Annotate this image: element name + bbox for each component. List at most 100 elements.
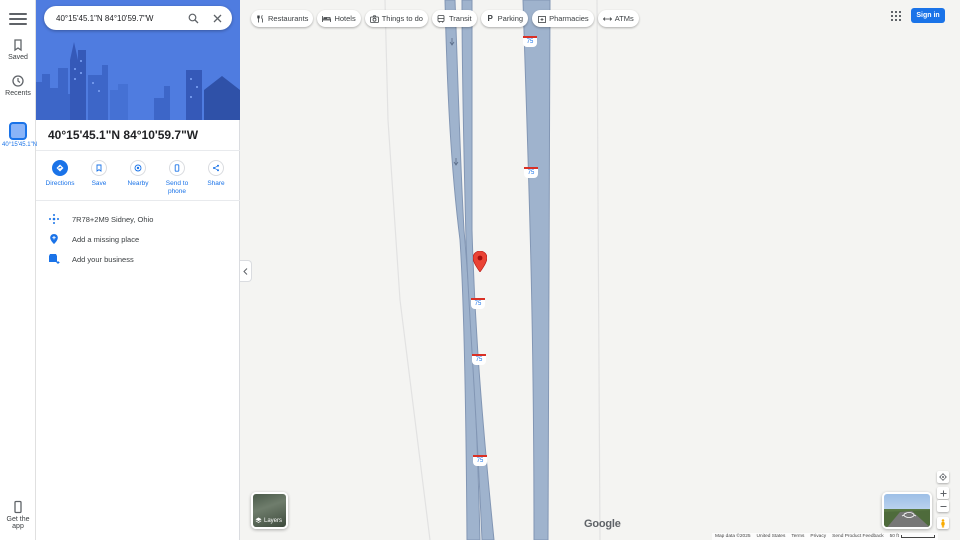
plus-code-row[interactable]: 7R78+2M9 Sidney, Ohio bbox=[48, 211, 153, 227]
parking-icon: P bbox=[487, 14, 493, 23]
place-thumbnail bbox=[9, 122, 27, 140]
search-button[interactable] bbox=[184, 9, 202, 27]
search-box[interactable]: 40°15'45.1"N 84°10'59.7"W bbox=[44, 6, 232, 30]
search-icon bbox=[188, 13, 198, 23]
google-logo-text: Google bbox=[584, 518, 621, 530]
nearby-icon bbox=[134, 164, 142, 172]
nearby-button[interactable]: Nearby bbox=[120, 160, 156, 196]
zoom-out-button[interactable] bbox=[937, 500, 949, 512]
highway-shield: 75 bbox=[471, 298, 485, 309]
directions-label: Directions bbox=[45, 180, 75, 187]
google-logo: Google bbox=[584, 518, 621, 530]
plus-icon bbox=[940, 490, 946, 496]
map-footer: Map data ©2025 United States Terms Priva… bbox=[712, 533, 938, 540]
map-roads bbox=[384, 0, 601, 540]
send-to-phone-label: Send to phone bbox=[165, 180, 189, 195]
layers-icon bbox=[255, 517, 262, 523]
zoom-in-button[interactable] bbox=[937, 487, 949, 499]
camera-icon bbox=[369, 14, 379, 23]
place-actions: Directions Save Nearby Send to phone Sha… bbox=[42, 160, 234, 196]
add-location-icon bbox=[50, 234, 58, 244]
chip-label: ATMs bbox=[614, 14, 634, 23]
clear-search-button[interactable] bbox=[208, 9, 226, 27]
recent-place-item[interactable]: 40°15'45.1"N bbox=[2, 122, 38, 149]
chip-hotels[interactable]: Hotels bbox=[317, 10, 361, 27]
get-app-button[interactable]: Get the app bbox=[0, 500, 36, 530]
directions-icon bbox=[56, 164, 64, 172]
get-app-label: Get the app bbox=[6, 516, 30, 530]
chip-pharmacies[interactable]: Pharmacies bbox=[532, 10, 594, 27]
divider bbox=[36, 200, 240, 201]
highway-shield: 75 bbox=[472, 354, 486, 365]
pegman-button[interactable] bbox=[937, 517, 949, 529]
street-view-preview[interactable] bbox=[882, 492, 932, 529]
category-chips: Restaurants Hotels Things to do Transit … bbox=[251, 10, 639, 27]
chip-label: Transit bbox=[448, 14, 472, 23]
map-data-attribution: Map data ©2025 bbox=[715, 534, 751, 539]
my-location-button[interactable] bbox=[937, 471, 949, 483]
share-icon bbox=[213, 164, 219, 172]
saved-label: Saved bbox=[8, 54, 28, 61]
phone-icon bbox=[174, 164, 180, 172]
send-to-phone-button[interactable]: Send to phone bbox=[159, 160, 195, 196]
left-rail: Saved Recents 40°15'45.1"N Get the app bbox=[0, 0, 38, 540]
chip-label: Hotels bbox=[334, 14, 356, 23]
save-button[interactable]: Save bbox=[81, 160, 117, 196]
add-missing-place-row[interactable]: Add a missing place bbox=[48, 231, 139, 247]
add-missing-place-text: Add a missing place bbox=[72, 234, 140, 244]
place-title: 40°15'45.1"N 84°10'59.7"W bbox=[48, 128, 199, 142]
pharmacy-icon bbox=[537, 15, 546, 23]
my-location-icon bbox=[939, 473, 947, 481]
nearby-label: Nearby bbox=[127, 180, 149, 187]
add-business-icon bbox=[49, 254, 60, 264]
share-button[interactable]: Share bbox=[198, 160, 234, 196]
privacy-link[interactable]: Privacy bbox=[810, 534, 826, 539]
bookmark-icon bbox=[96, 164, 102, 172]
bookmark-icon bbox=[14, 39, 22, 52]
scale-bar[interactable]: 50 ft bbox=[890, 534, 935, 539]
recent-place-label: 40°15'45.1"N bbox=[2, 142, 38, 148]
recents-button[interactable]: Recents bbox=[0, 74, 36, 97]
directions-button[interactable]: Directions bbox=[42, 160, 78, 196]
pegman-icon bbox=[941, 518, 945, 528]
saved-button[interactable]: Saved bbox=[0, 38, 36, 61]
history-icon bbox=[12, 75, 24, 87]
chip-parking[interactable]: P Parking bbox=[480, 10, 529, 27]
chevron-left-icon bbox=[243, 267, 248, 275]
layers-button[interactable]: Layers bbox=[251, 492, 288, 529]
save-label: Save bbox=[91, 180, 107, 187]
region-link[interactable]: United States bbox=[757, 534, 786, 539]
chip-things-to-do[interactable]: Things to do bbox=[364, 10, 428, 27]
search-input[interactable]: 40°15'45.1"N 84°10'59.7"W bbox=[56, 14, 184, 23]
share-label: Share bbox=[207, 180, 225, 187]
chip-label: Pharmacies bbox=[549, 14, 589, 23]
divider bbox=[36, 150, 240, 151]
place-panel: 40°15'45.1"N 84°10'59.7"W 40°15'45.1"N 8… bbox=[36, 0, 240, 540]
add-business-row[interactable]: Add your business bbox=[48, 251, 134, 267]
google-apps-button[interactable] bbox=[890, 10, 902, 22]
chip-label: Restaurants bbox=[268, 14, 309, 23]
location-pin-icon[interactable] bbox=[473, 251, 487, 272]
chip-atms[interactable]: ATMs bbox=[597, 10, 639, 27]
scale-label: 50 ft bbox=[889, 534, 899, 539]
collapse-panel-button[interactable] bbox=[240, 260, 252, 282]
highway-shield: 75 bbox=[524, 167, 538, 178]
chip-label: Things to do bbox=[381, 14, 423, 23]
chip-transit[interactable]: Transit bbox=[431, 10, 477, 27]
atm-icon bbox=[602, 16, 612, 21]
close-icon bbox=[213, 14, 221, 22]
phone-icon bbox=[14, 500, 22, 514]
chip-restaurants[interactable]: Restaurants bbox=[251, 10, 314, 27]
layers-label: Layers bbox=[264, 517, 283, 524]
bed-icon bbox=[322, 15, 332, 22]
recents-label: Recents bbox=[5, 90, 31, 97]
map-canvas[interactable]: 75 75 75 75 75 bbox=[240, 0, 960, 540]
send-feedback-link[interactable]: Send Product Feedback bbox=[832, 534, 883, 539]
highway-shield: 75 bbox=[473, 455, 487, 466]
scale-bar-line bbox=[900, 535, 935, 538]
plus-code-icon bbox=[49, 214, 59, 224]
terms-link[interactable]: Terms bbox=[791, 534, 804, 539]
sign-in-button[interactable]: Sign in bbox=[911, 8, 945, 23]
highway-shield: 75 bbox=[523, 36, 537, 47]
menu-button[interactable] bbox=[9, 10, 27, 28]
